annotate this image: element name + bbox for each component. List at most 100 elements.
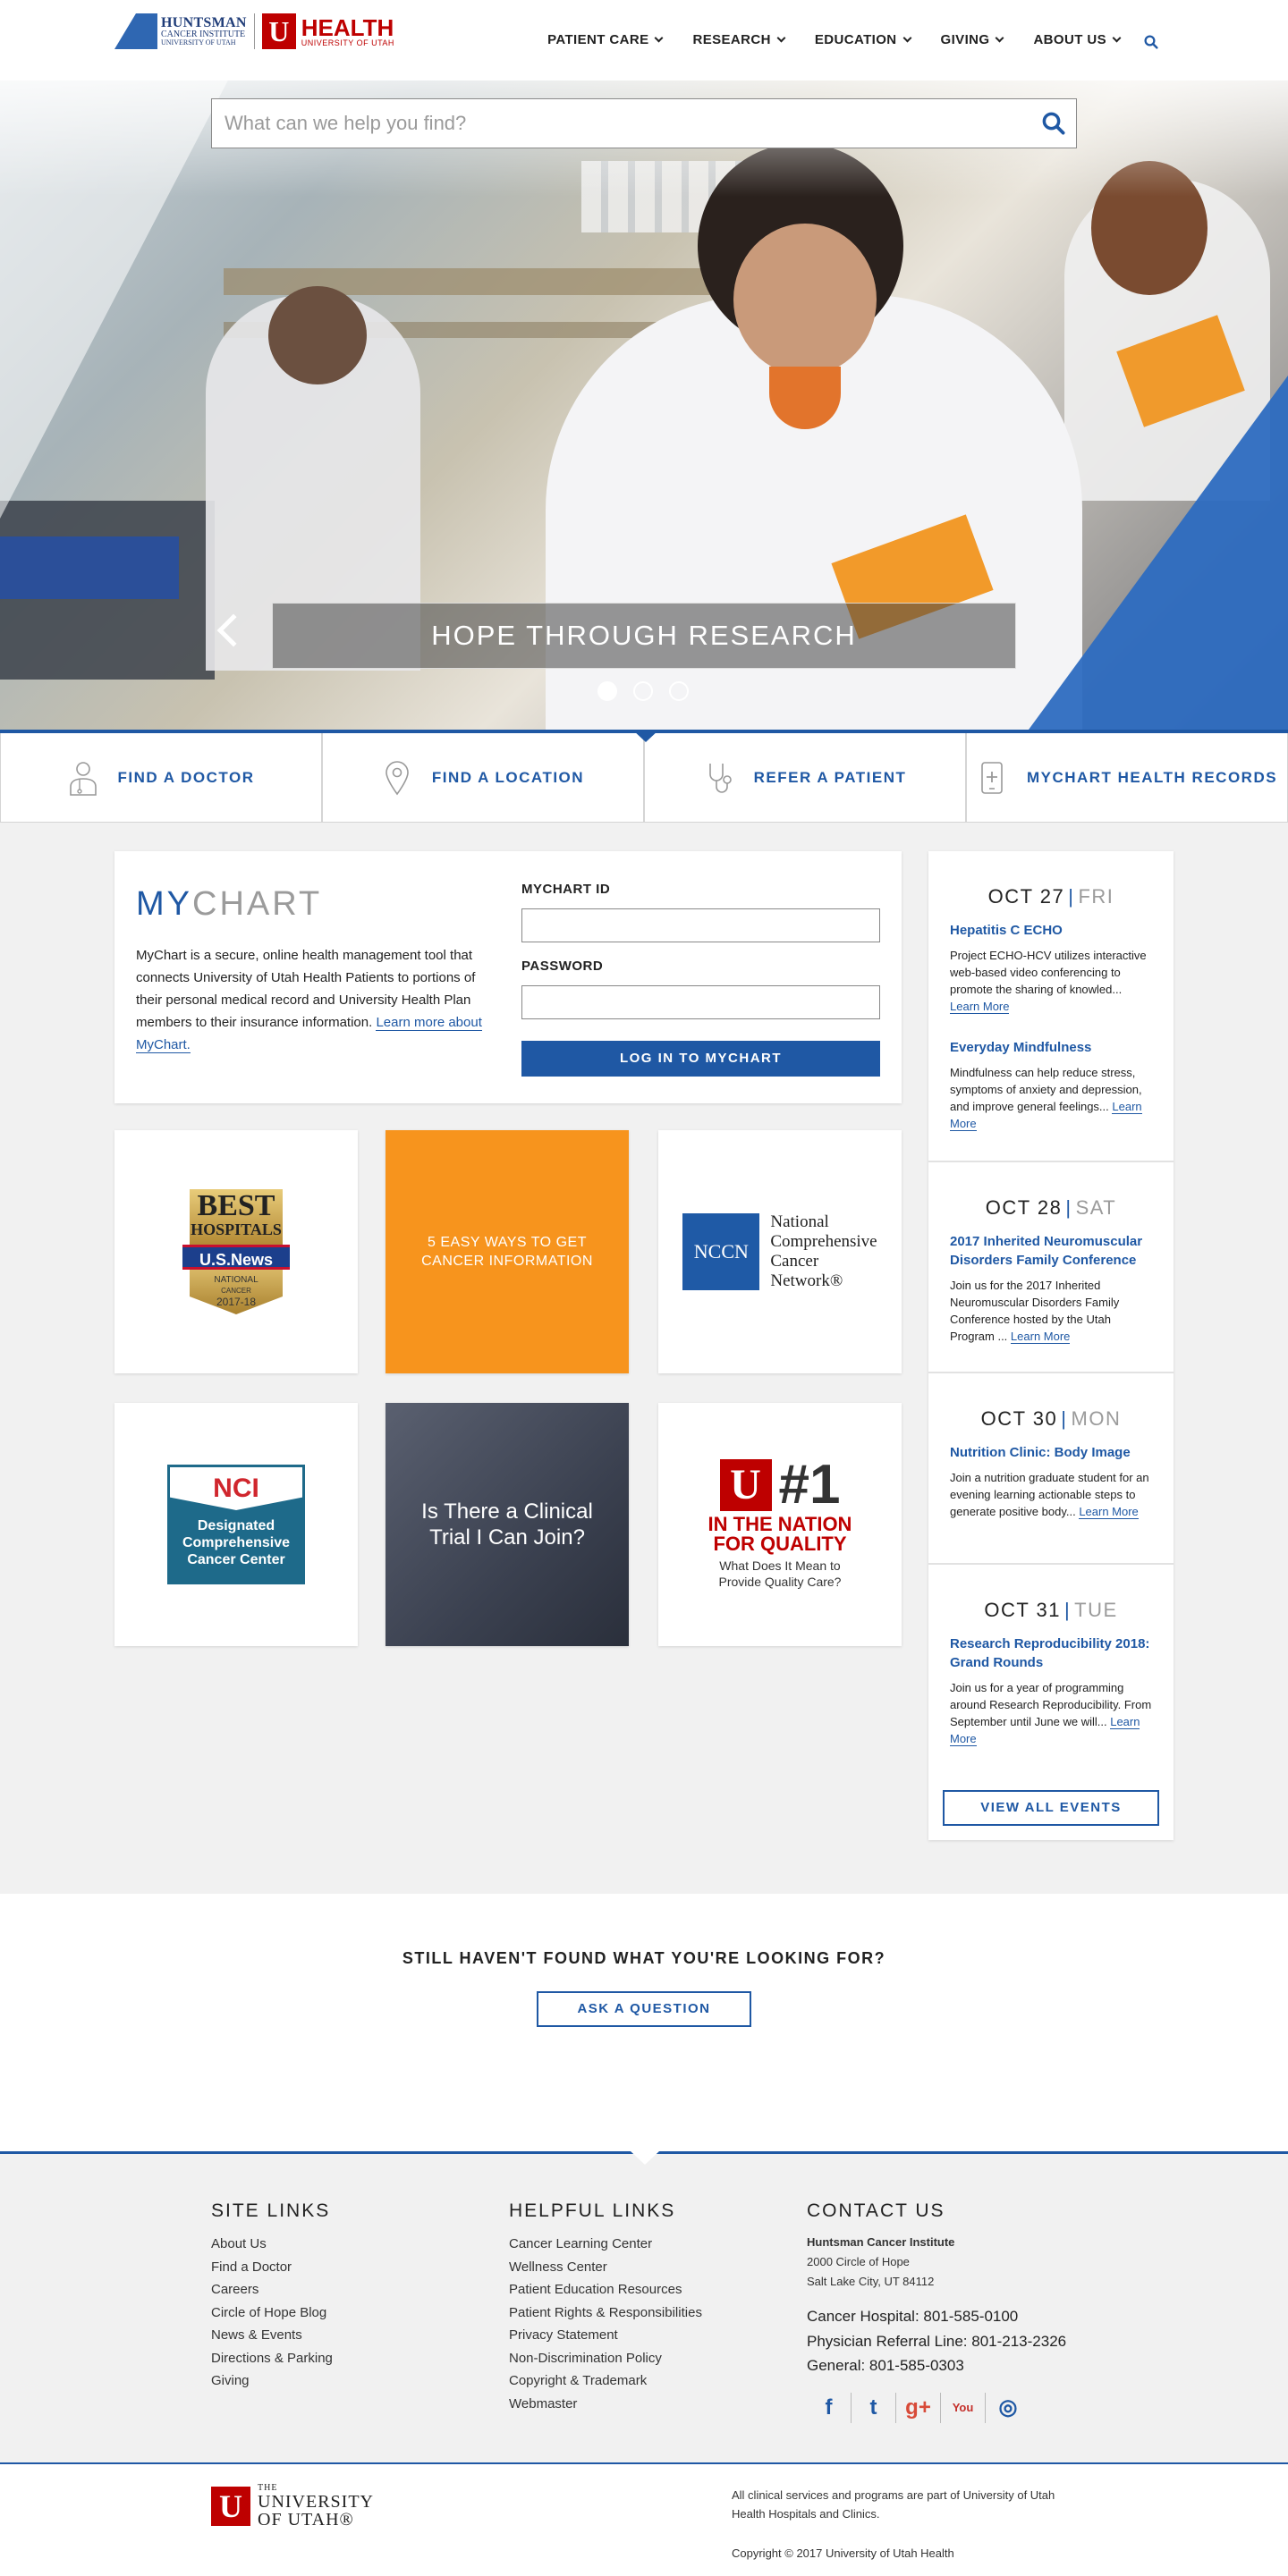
huntsman-logo-line: HUNTSMAN [161, 15, 247, 30]
site-footer: SITE LINKS About Us Find a Doctor Career… [0, 2151, 1288, 2462]
nav-patient-care[interactable]: PATIENT CARE [547, 32, 664, 47]
chevron-down-icon [1112, 33, 1122, 43]
chevron-down-icon [996, 33, 1004, 43]
university-of-utah-logo[interactable]: U THE UNIVERSITY OF UTAH® [211, 2484, 374, 2529]
best-line2: HOSPITALS [191, 1220, 282, 1238]
nav-label: PATIENT CARE [547, 32, 649, 47]
facebook-icon[interactable]: f [807, 2392, 852, 2423]
event-title-link[interactable]: Research Reproducibility 2018: Grand Rou… [950, 1634, 1156, 1672]
learn-more-link[interactable]: Learn More [1079, 1505, 1139, 1519]
footer-link[interactable]: About Us [211, 2233, 333, 2256]
footer-link[interactable]: Directions & Parking [211, 2347, 333, 2370]
mychart-records-link[interactable]: MYCHART HEALTH RECORDS [966, 733, 1288, 823]
helpful-links-column: HELPFUL LINKS Cancer Learning Center Wel… [509, 2200, 702, 2415]
clinical-trial-text: Is There a Clinical Trial I Can Join? [421, 1499, 593, 1550]
nci-tile[interactable]: NCI Designated Comprehensive Cancer Cent… [114, 1403, 358, 1646]
quick-link-label: FIND A LOCATION [431, 768, 585, 786]
easy-ways-tile[interactable]: 5 EASY WAYS TO GET CANCER INFORMATION [386, 1130, 629, 1373]
nccn-text: National Comprehensive Cancer Network® [770, 1212, 877, 1291]
phone-line[interactable]: Cancer Hospital: 801-585-0100 [807, 2304, 1066, 2329]
footer-link[interactable]: Careers [211, 2278, 333, 2302]
phone-line[interactable]: Physician Referral Line: 801-213-2326 [807, 2329, 1066, 2354]
event-title-link[interactable]: Everyday Mindfulness [950, 1038, 1156, 1057]
phone-line[interactable]: General: 801-585-0303 [807, 2353, 1066, 2378]
best-line1: BEST [197, 1189, 275, 1222]
uhealth-logo[interactable]: U HEALTH UNIVERSITY OF UTAH [261, 13, 394, 49]
logo-group[interactable]: HUNTSMAN CANCER INSTITUTE UNIVERSITY OF … [114, 13, 394, 50]
event-date-text: OCT 30 [980, 1407, 1058, 1430]
nccn-tile[interactable]: NCCN National Comprehensive Cancer Netwo… [658, 1130, 902, 1373]
find-a-doctor-link[interactable]: FIND A DOCTOR [0, 733, 322, 823]
search-icon[interactable] [1040, 110, 1067, 137]
find-a-location-link[interactable]: FIND A LOCATION [322, 733, 644, 823]
learn-more-link[interactable]: Learn More [950, 1000, 1010, 1014]
footer-link[interactable]: Wellness Center [509, 2256, 702, 2279]
nav-about-us[interactable]: ABOUT US [1033, 32, 1122, 47]
hero-photo-main-researcher-face [733, 224, 877, 376]
password-field[interactable] [521, 985, 880, 1019]
nav-education[interactable]: EDUCATION [815, 32, 911, 47]
event-description: Mindfulness can help reduce stress, symp… [950, 1064, 1152, 1132]
event-title-link[interactable]: 2017 Inherited Neuromuscular Disorders F… [950, 1232, 1156, 1270]
huntsman-logo[interactable]: HUNTSMAN CANCER INSTITUTE UNIVERSITY OF … [114, 13, 247, 49]
footer-link[interactable]: Find a Doctor [211, 2256, 333, 2279]
quick-link-label: FIND A DOCTOR [117, 768, 255, 786]
search-icon[interactable] [1143, 34, 1159, 50]
site-links-heading: SITE LINKS [211, 2200, 331, 2221]
nav-research[interactable]: RESEARCH [692, 32, 786, 47]
event-weekday: FRI [1078, 885, 1114, 908]
quality-red-line: IN THE NATION [708, 1513, 852, 1535]
mychart-id-field[interactable] [521, 908, 880, 942]
footer-link[interactable]: Cancer Learning Center [509, 2233, 702, 2256]
carousel-dot[interactable] [597, 681, 617, 701]
event-title-link[interactable]: Hepatitis C ECHO [950, 921, 1156, 940]
hero-photo-equipment [0, 536, 179, 599]
event-title-link[interactable]: Nutrition Clinic: Body Image [950, 1443, 1156, 1462]
footer-link[interactable]: Patient Rights & Responsibilities [509, 2302, 702, 2325]
event-day: OCT 30 | MON Nutrition Clinic: Body Image … [928, 1373, 1174, 1565]
search-input[interactable] [212, 99, 1076, 148]
youtube-icon[interactable]: You [941, 2392, 986, 2423]
event-date: OCT 27 | FRI [928, 885, 1174, 908]
huntsman-logo-text: HUNTSMAN CANCER INSTITUTE UNIVERSITY OF … [161, 16, 247, 46]
address-line: 2000 Circle of Hope [807, 2255, 910, 2268]
clinical-trial-tile[interactable]: Is There a Clinical Trial I Can Join? [386, 1403, 629, 1646]
instagram-icon[interactable]: ◎ [986, 2393, 1030, 2423]
google-plus-icon[interactable]: g+ [896, 2392, 941, 2423]
footer-link[interactable]: Webmaster [509, 2393, 702, 2416]
ask-a-question-button[interactable]: ASK A QUESTION [537, 1991, 751, 2027]
event-weekday: TUE [1074, 1599, 1118, 1621]
twitter-icon[interactable]: t [852, 2392, 896, 2423]
nccn-line: Cancer [770, 1252, 819, 1271]
event-date: OCT 28 | SAT [928, 1196, 1174, 1220]
mychart-login-button[interactable]: LOG IN TO MYCHART [521, 1041, 880, 1077]
event-date-text: OCT 31 [984, 1599, 1061, 1621]
nci-line: Comprehensive [182, 1535, 291, 1550]
refer-a-patient-link[interactable]: REFER A PATIENT [644, 733, 966, 823]
footer-link[interactable]: News & Events [211, 2324, 333, 2347]
help-cta-heading: STILL HAVEN'T FOUND WHAT YOU'RE LOOKING … [402, 1949, 886, 1967]
hero-caption[interactable]: HOPE THROUGH RESEARCH [272, 603, 1016, 669]
view-all-events-button[interactable]: VIEW ALL EVENTS [943, 1790, 1159, 1826]
nccn-line: Network® [770, 1271, 843, 1290]
footer-link[interactable]: Giving [211, 2369, 333, 2393]
carousel-dot[interactable] [669, 681, 689, 701]
best-hospitals-tile[interactable]: BEST HOSPITALS U.S.News NATIONAL CANCER 201… [114, 1130, 358, 1373]
nav-giving[interactable]: GIVING [941, 32, 1004, 47]
nav-label: ABOUT US [1033, 32, 1106, 47]
footer-link[interactable]: Patient Education Resources [509, 2278, 702, 2302]
date-separator: | [1063, 1599, 1072, 1621]
mychart-login-card: MYCHART MyChart is a secure, online heal… [114, 851, 902, 1103]
chevron-down-icon [655, 33, 664, 43]
footer-link[interactable]: Copyright & Trademark [509, 2369, 702, 2393]
footer-link[interactable]: Circle of Hope Blog [211, 2302, 333, 2325]
bottom-bar: U THE UNIVERSITY OF UTAH® All clinical s… [0, 2462, 1288, 2576]
footer-link[interactable]: Privacy Statement [509, 2324, 702, 2347]
carousel-dot[interactable] [633, 681, 653, 701]
learn-more-link[interactable]: Learn More [1010, 1330, 1071, 1344]
nav-label: RESEARCH [692, 32, 771, 47]
event-desc-text: Project ECHO-HCV utilizes interactive we… [950, 949, 1147, 996]
quality-tile[interactable]: U #1 IN THE NATION FOR QUALITY What Does… [658, 1403, 902, 1646]
site-header: HUNTSMAN CANCER INSTITUTE UNIVERSITY OF … [0, 0, 1288, 80]
footer-link[interactable]: Non-Discrimination Policy [509, 2347, 702, 2370]
